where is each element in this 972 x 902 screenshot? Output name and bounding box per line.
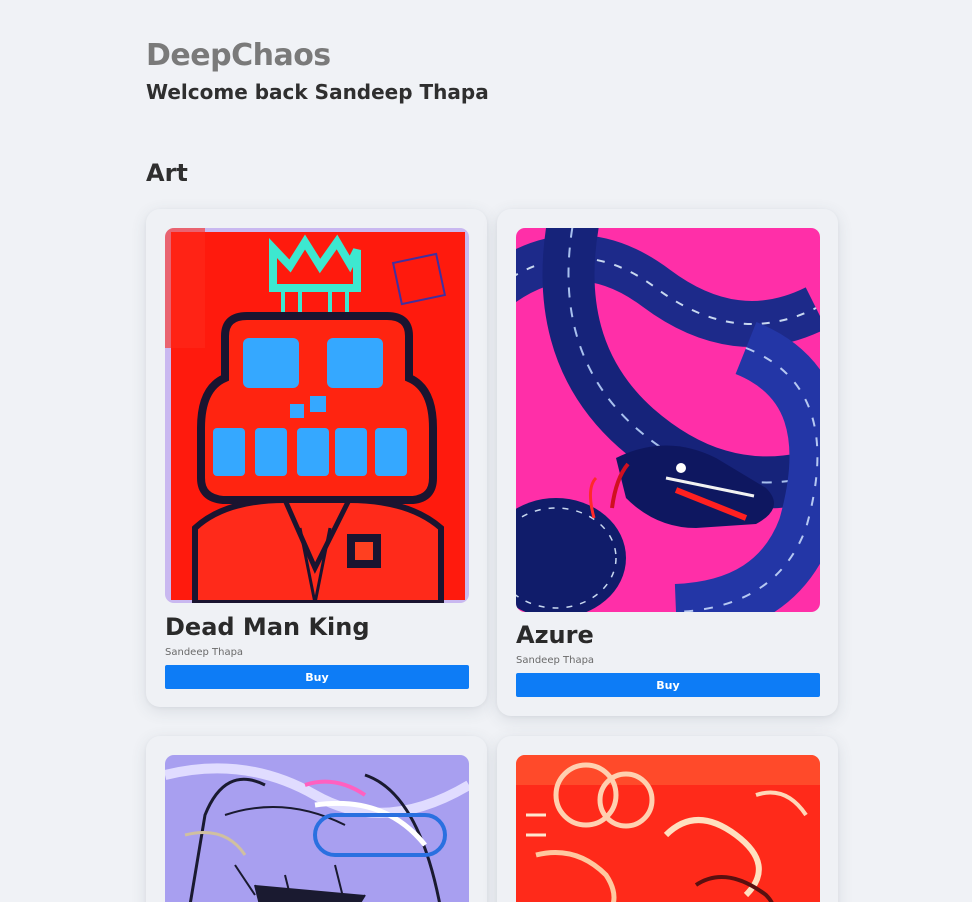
brand-title: DeepChaos bbox=[146, 38, 331, 73]
artwork-image[interactable] bbox=[516, 228, 820, 612]
art-card-azure: Azure Sandeep Thapa Buy bbox=[497, 209, 838, 716]
artist-name: Sandeep Thapa bbox=[165, 647, 244, 658]
art-card-4 bbox=[497, 736, 838, 902]
welcome-message: Welcome back Sandeep Thapa bbox=[146, 80, 489, 104]
section-title: Art bbox=[146, 159, 188, 187]
buy-button[interactable]: Buy bbox=[516, 673, 820, 697]
art-card-3 bbox=[146, 736, 487, 902]
artwork-title: Dead Man King bbox=[165, 613, 370, 641]
art-card-dead-man-king: Dead Man King Sandeep Thapa Buy bbox=[146, 209, 487, 707]
buy-button[interactable]: Buy bbox=[165, 665, 469, 689]
artwork-image[interactable] bbox=[165, 755, 469, 902]
artwork-title: Azure bbox=[516, 621, 594, 649]
page: DeepChaos Welcome back Sandeep Thapa Art bbox=[0, 0, 972, 902]
artwork-image[interactable] bbox=[516, 755, 820, 902]
artwork-image[interactable] bbox=[165, 228, 469, 603]
artist-name: Sandeep Thapa bbox=[516, 655, 595, 666]
